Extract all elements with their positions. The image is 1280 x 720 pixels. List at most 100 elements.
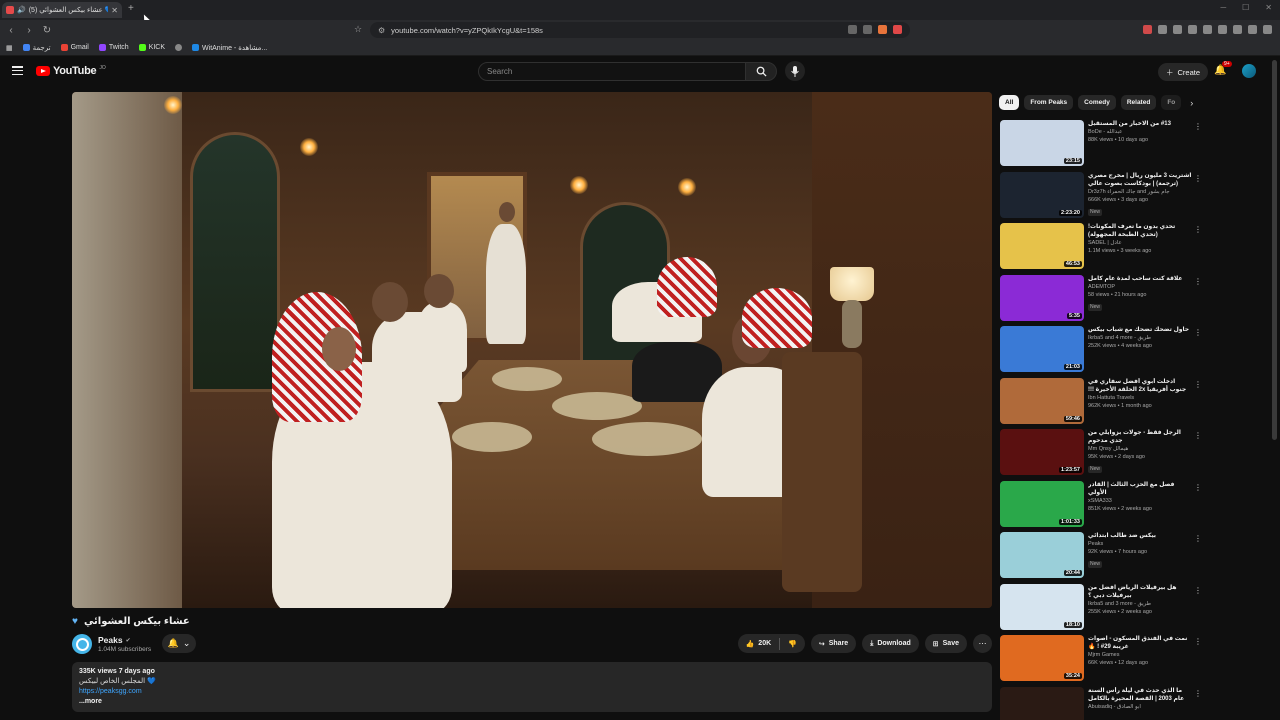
kebab-menu-icon[interactable]: ⋮ xyxy=(1194,431,1202,440)
back-icon[interactable]: ‹ xyxy=(4,25,18,36)
voice-search-button[interactable] xyxy=(785,61,805,81)
speaker-icon[interactable]: 🔊 xyxy=(17,6,26,14)
kebab-menu-icon[interactable]: ⋮ xyxy=(1194,689,1202,698)
recommended-video-channel[interactable]: SADEL | عادل xyxy=(1088,239,1192,247)
kebab-menu-icon[interactable]: ⋮ xyxy=(1194,637,1202,646)
recommended-video[interactable]: 1:01:33 فصل مع الحزب الثالث | القادر الأو… xyxy=(1000,480,1210,527)
recommended-video[interactable]: ما الذي حدث في ليلة رأس السنة عام 2003 |… xyxy=(1000,686,1210,720)
bookmark-icon[interactable]: ☆ xyxy=(354,24,362,35)
recommended-video-title[interactable]: حاول تضحك تضحك مع شباب بيكس xyxy=(1088,326,1192,334)
save-button[interactable]: ⊞ Save xyxy=(924,634,967,653)
chip-partial[interactable]: Fo xyxy=(1161,95,1182,110)
vpn-icon[interactable] xyxy=(1248,25,1257,34)
kebab-menu-icon[interactable]: ⋮ xyxy=(1194,586,1202,595)
recommended-video-title[interactable]: فصل مع الحزب الثالث | القادر الأولي xyxy=(1088,481,1192,497)
recommended-video-title[interactable]: بيكس ضد طالب ابتدائي xyxy=(1088,532,1192,540)
youtube-logo[interactable]: YouTube JO xyxy=(36,65,106,77)
video-thumbnail[interactable]: 23:15 xyxy=(1000,120,1084,166)
kebab-menu-icon[interactable]: ⋮ xyxy=(1194,483,1202,492)
address-bar[interactable]: ⚙ youtube.com/watch?v=yZPQkIkYcgU&t=158s xyxy=(370,22,910,38)
video-thumbnail[interactable]: 35:24 xyxy=(1000,635,1084,681)
bookmark-item[interactable]: Gmail xyxy=(60,44,89,51)
forward-icon[interactable]: › xyxy=(22,25,36,36)
bookmark-item[interactable] xyxy=(175,44,183,51)
sidebar-toggle-icon[interactable] xyxy=(1203,25,1212,34)
recommended-video-channel[interactable]: ADEMTOP xyxy=(1088,283,1192,291)
recommended-video-channel[interactable]: Ikrba5 and 3 more - طريق xyxy=(1088,600,1192,608)
kebab-menu-icon[interactable]: ⋮ xyxy=(1194,534,1202,543)
search-input[interactable]: Search xyxy=(478,62,746,81)
bookmark-item[interactable]: KICK xyxy=(138,44,165,51)
account-avatar[interactable] xyxy=(1242,64,1256,78)
video-thumbnail[interactable]: 59:46 xyxy=(1000,377,1084,424)
share-page-icon[interactable] xyxy=(863,25,872,34)
dislike-button[interactable]: 👎 xyxy=(780,634,805,653)
recommended-video[interactable]: 18:10 هل بيرفيلات الرياض افضل من بيرفيلات… xyxy=(1000,583,1210,630)
channel-name[interactable]: Peaks ✔ xyxy=(98,635,131,645)
reload-icon[interactable]: ↻ xyxy=(40,25,54,36)
page-scrollbar[interactable] xyxy=(1272,60,1277,440)
kebab-menu-icon[interactable]: ⋮ xyxy=(1194,225,1202,234)
subscription-bell-button[interactable]: 🔔 ⌄ xyxy=(162,634,196,653)
download-button[interactable]: ⤓ Download xyxy=(862,634,919,653)
close-icon[interactable]: ✕ xyxy=(111,6,118,15)
recommended-video-channel[interactable]: Abuisadiq - ابو الصادق xyxy=(1088,703,1192,711)
share-button[interactable]: ↪ Share xyxy=(810,634,857,653)
kebab-menu-icon[interactable]: ⋮ xyxy=(1194,328,1202,337)
video-thumbnail[interactable]: 1:23:57 xyxy=(1000,429,1084,475)
description-box[interactable]: 335K views 7 days ago المجلس الخاص لبيكس… xyxy=(72,662,992,712)
show-more-button[interactable]: ...more xyxy=(79,697,985,707)
recommended-video-title[interactable]: اشتريت 3 مليون ريال | مخرج مصري (ترجمة) … xyxy=(1088,172,1192,188)
extension-icon[interactable] xyxy=(1158,25,1167,34)
minimize-icon[interactable]: ─ xyxy=(1220,3,1226,12)
brave-rewards-icon[interactable] xyxy=(893,25,902,34)
recommended-video-channel[interactable]: Ibn Hattuta Travels xyxy=(1088,394,1192,402)
media-icon[interactable] xyxy=(1188,25,1197,34)
recommended-video-channel[interactable]: xSMA333 xyxy=(1088,497,1192,505)
recommended-video-channel[interactable]: BoDe - عبدالله xyxy=(1088,128,1192,136)
recommended-video[interactable]: 59:46 ادخلت أبوي أفضل سفاري في جنوب أفريق… xyxy=(1000,377,1210,424)
recommended-video-channel[interactable]: Dr3z7h جاك الحمراء and جام بشور xyxy=(1088,188,1192,196)
recommended-video-channel[interactable]: Ikrba5 and 4 more - طريق xyxy=(1088,334,1192,342)
recommended-video-title[interactable]: تحدي بدون ما تعرف المكونات! (تحدي الطبخة… xyxy=(1088,223,1192,239)
maximize-icon[interactable]: ☐ xyxy=(1242,3,1249,12)
chip-all[interactable]: All xyxy=(999,95,1020,110)
kebab-menu-icon[interactable]: ⋮ xyxy=(1194,174,1202,183)
video-player[interactable] xyxy=(72,92,992,608)
recommended-video[interactable]: 46:53 تحدي بدون ما تعرف المكونات! (تحدي ا… xyxy=(1000,223,1210,269)
bookmark-item[interactable]: Twitch xyxy=(98,44,129,51)
kebab-menu-icon[interactable]: ⋮ xyxy=(1194,277,1202,286)
video-thumbnail[interactable]: 21:03 xyxy=(1000,326,1084,372)
browser-menu-icon[interactable] xyxy=(1263,25,1272,34)
description-link[interactable]: https://peaksgg.com xyxy=(79,688,142,695)
chevron-right-icon[interactable]: › xyxy=(1190,98,1193,108)
extension-icon[interactable] xyxy=(1143,25,1152,34)
recommended-video-title[interactable]: علاقة كنت ساحب لمدة عام كامل xyxy=(1088,275,1192,283)
recommended-video[interactable]: 5:35 علاقة كنت ساحب لمدة عام كامل ADEMTOP 5… xyxy=(1000,274,1210,321)
bookmark-item[interactable]: WitAnime - مشاهدة... xyxy=(192,44,267,52)
search-button[interactable] xyxy=(745,62,777,81)
recommended-video-title[interactable]: ادخلت أبوي أفضل سفاري في جنوب أفريقيا 2x… xyxy=(1088,378,1192,394)
video-thumbnail[interactable]: 46:53 xyxy=(1000,223,1084,269)
brave-shield-icon[interactable] xyxy=(878,25,887,34)
recommended-video-title[interactable]: ما الذي حدث في ليلة رأس السنة عام 2003 |… xyxy=(1088,687,1192,703)
extension-icon[interactable] xyxy=(1173,25,1182,34)
video-thumbnail[interactable]: 20:44 xyxy=(1000,532,1084,578)
kebab-menu-icon[interactable]: ⋮ xyxy=(1194,122,1202,131)
recommended-video-channel[interactable]: Mjrm Games xyxy=(1088,651,1192,659)
chip-related[interactable]: Related xyxy=(1120,95,1157,110)
recommended-video-channel[interactable]: Peaks xyxy=(1088,540,1192,548)
like-button[interactable]: 👍 20K xyxy=(738,634,780,653)
close-window-icon[interactable]: ✕ xyxy=(1265,3,1272,12)
recommended-video-title[interactable]: هل بيرفيلات الرياض افضل من بيرفيلات دبي … xyxy=(1088,584,1192,600)
kebab-menu-icon[interactable]: ⋮ xyxy=(1194,380,1202,389)
chip-comedy[interactable]: Comedy xyxy=(1078,95,1116,110)
recommended-video[interactable]: 1:23:57 الرجل فقط - جولات بزوايلي من جدي … xyxy=(1000,429,1210,475)
bookmark-item[interactable]: ترجمة xyxy=(22,44,51,52)
chip-from-peaks[interactable]: From Peaks xyxy=(1024,95,1074,110)
recommended-video-title[interactable]: نمت في الفندق المسكون - اصوات غريبة 29# … xyxy=(1088,635,1192,651)
recommended-video[interactable]: 35:24 نمت في الفندق المسكون - اصوات غريبة… xyxy=(1000,635,1210,681)
video-thumbnail[interactable] xyxy=(1000,686,1084,720)
site-info-icon[interactable]: ⚙ xyxy=(378,26,385,35)
new-tab-button[interactable]: + xyxy=(128,3,134,14)
